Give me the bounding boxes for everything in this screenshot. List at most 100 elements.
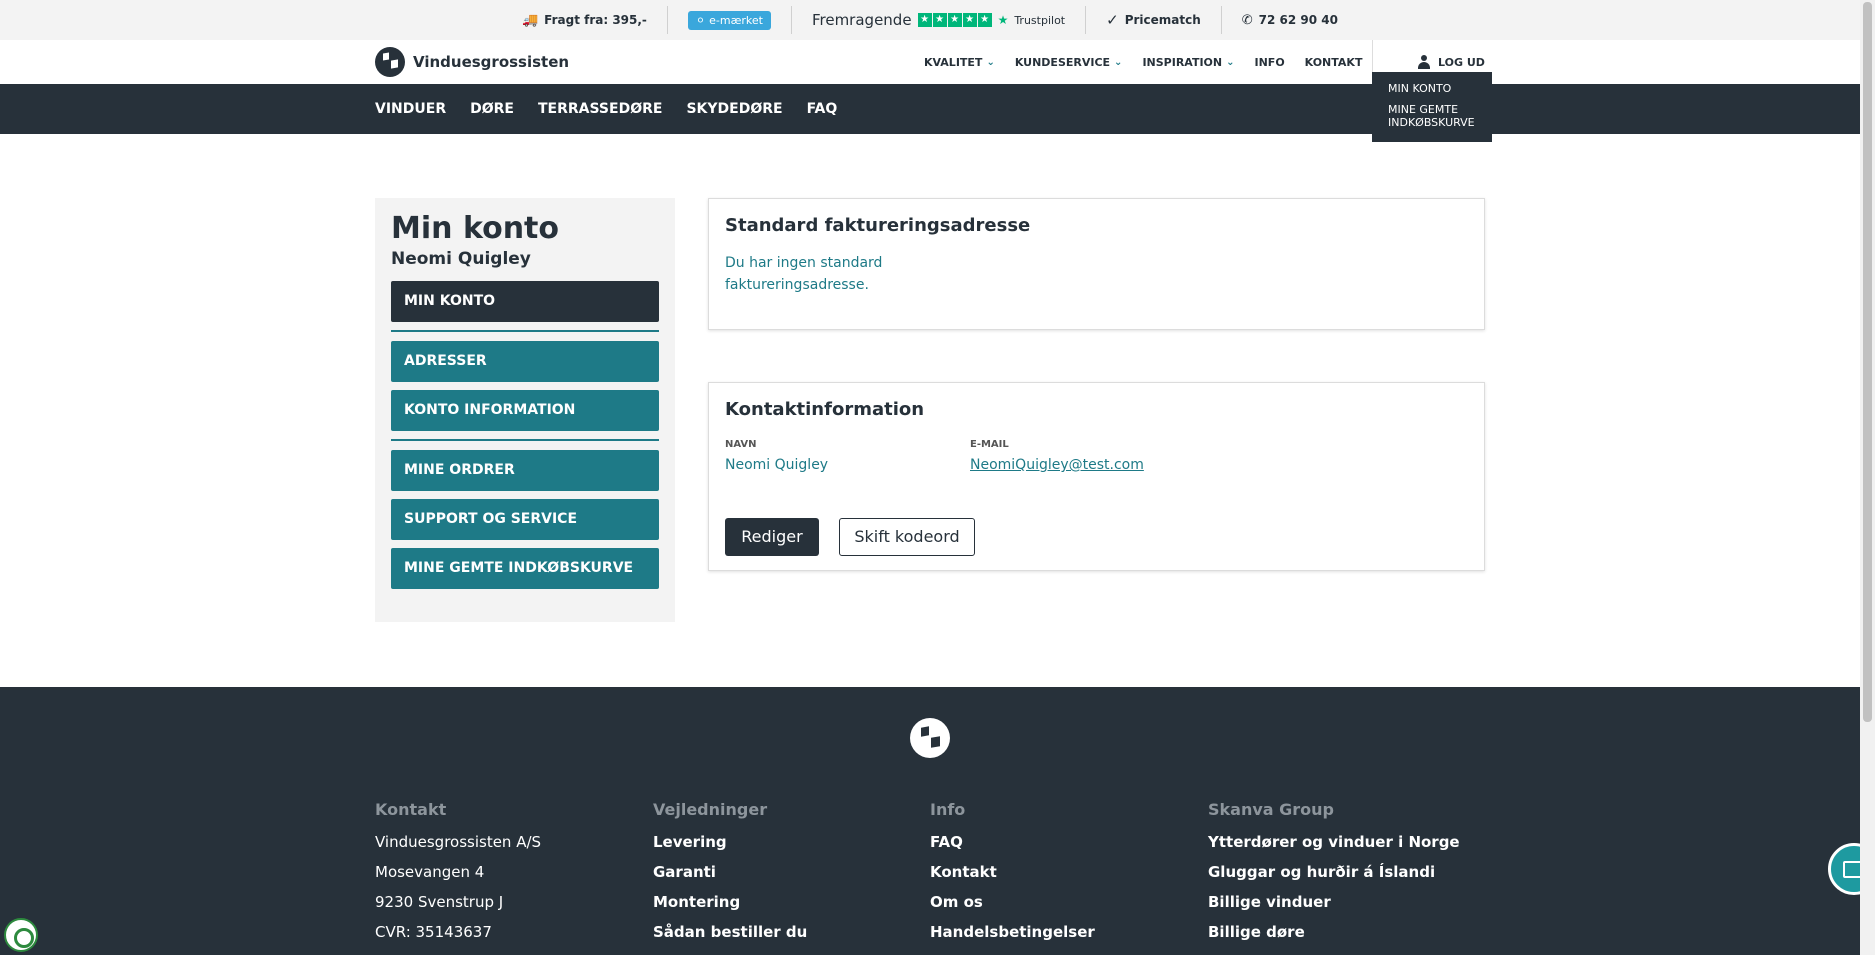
footer-link[interactable]: Billige døre (1208, 923, 1460, 942)
chevron-down-icon: ⌄ (1114, 56, 1123, 68)
footer-heading: Vejledninger (653, 800, 768, 819)
email-link[interactable]: NeomiQuigley@test.com (970, 454, 1144, 476)
nav-label: KVALITET (924, 55, 983, 69)
pricematch-info[interactable]: ✓ Pricematch (1086, 6, 1222, 34)
truck-icon: 🚚 (521, 12, 539, 28)
footer-link[interactable]: Gluggar og hurðir á Íslandi (1208, 863, 1460, 882)
category-skydedoere[interactable]: SKYDEDØRE (686, 101, 782, 117)
footer-text: 9230 Svenstrup J (375, 893, 504, 911)
sidebar-divider (391, 330, 659, 332)
billing-message-line2: faktureringsadresse. (725, 277, 869, 293)
nav-label: INSPIRATION (1142, 55, 1223, 69)
billing-title: Standard faktureringsadresse (725, 215, 1031, 236)
chevron-down-icon: ⌄ (1226, 56, 1235, 68)
star-icon: ★ (977, 13, 992, 27)
billing-message-line1: Du har ingen standard (725, 255, 883, 271)
checkmark-icon: ✓ (1106, 11, 1119, 29)
trustpilot-star-icon: ★ (997, 13, 1009, 27)
sidebar-divider (391, 439, 659, 441)
trustpilot-rating[interactable]: Fremragende ★ ★ ★ ★ ★ ★ Trustpilot (792, 6, 1087, 34)
emaerke-badge-wrap: ⚪ e-mærket (668, 6, 792, 34)
star-icon: ★ (917, 13, 932, 27)
footer-heading: Skanva Group (1208, 800, 1335, 819)
logo-icon (375, 47, 405, 77)
dropdown-min-konto[interactable]: MIN KONTO (1388, 82, 1476, 95)
footer-link[interactable]: Handelsbetingelser (930, 923, 1095, 942)
footer-link[interactable]: FAQ (930, 833, 1095, 852)
nav-inspiration[interactable]: INSPIRATION ⌄ (1142, 56, 1234, 69)
emaerke-icon: ⚪ (695, 13, 706, 27)
footer-col-kontakt: Kontakt Vinduesgrossisten A/S Mosevangen… (375, 800, 541, 953)
edit-button[interactable]: Rediger (725, 518, 819, 556)
star-icon: ★ (962, 13, 977, 27)
nav-label: INFO (1254, 55, 1285, 69)
dropdown-gemte-kurve[interactable]: MINE GEMTE INDKØBSKURVE (1388, 103, 1476, 129)
phone-info[interactable]: ✆ 72 62 90 40 (1222, 6, 1358, 34)
category-bar: VINDUER DØRE TERRASSEDØRE SKYDEDØRE FAQ (0, 84, 1860, 134)
footer-col-info: Info FAQ Kontakt Om os Handelsbetingelse… (930, 800, 1095, 953)
phone-icon: ✆ (1241, 12, 1253, 28)
site-logo[interactable]: Vinduesgrossisten (375, 47, 569, 77)
footer-heading: Info (930, 800, 966, 819)
footer-link[interactable]: Levering (653, 833, 807, 852)
main-nav: KVALITET ⌄ KUNDESERVICE ⌄ INSPIRATION ⌄ … (924, 40, 1362, 84)
page-title: Min konto (391, 211, 560, 246)
change-password-button[interactable]: Skift kodeord (839, 518, 975, 556)
nav-kundeservice[interactable]: KUNDESERVICE ⌄ (1015, 56, 1123, 69)
footer-text: Vinduesgrossisten A/S (375, 833, 542, 851)
nav-info[interactable]: INFO (1255, 56, 1285, 69)
account-dropdown: MIN KONTO MINE GEMTE INDKØBSKURVE (1372, 72, 1492, 142)
email-field: E-MAIL NeomiQuigley@test.com (970, 439, 1144, 476)
contact-info-card: Kontaktinformation NAVN Neomi Quigley E-… (708, 382, 1485, 571)
emaerke-label: e-mærket (709, 13, 763, 27)
nav-kvalitet[interactable]: KVALITET ⌄ (924, 56, 995, 69)
category-nav: VINDUER DØRE TERRASSEDØRE SKYDEDØRE FAQ (375, 84, 837, 134)
footer-col-skanva: Skanva Group Ytterdører og vinduer i Nor… (1208, 800, 1460, 953)
billing-address-card: Standard faktureringsadresse Du har inge… (708, 198, 1485, 330)
star-icon: ★ (932, 13, 947, 27)
sidebar-item-support[interactable]: SUPPORT OG SERVICE (391, 499, 659, 540)
rating-word: Fremragende (811, 11, 912, 29)
name-value: Neomi Quigley (725, 457, 829, 473)
category-faq[interactable]: FAQ (807, 101, 838, 117)
footer-link[interactable]: Garanti (653, 863, 807, 882)
freight-text: Fragt fra: 395,- (544, 13, 647, 27)
category-terrassedoere[interactable]: TERRASSEDØRE (538, 101, 662, 117)
footer-link[interactable]: Montering (653, 893, 807, 912)
footer-link[interactable]: Kontakt (930, 863, 1095, 882)
site-header: Vinduesgrossisten KVALITET ⌄ KUNDESERVIC… (0, 40, 1860, 84)
sidebar-item-konto-information[interactable]: KONTO INFORMATION (391, 390, 659, 431)
sidebar-item-gemte-kurve[interactable]: MINE GEMTE INDKØBSKURVE (391, 548, 659, 589)
star-icon: ★ (947, 13, 962, 27)
footer-link[interactable]: Ytterdører og vinduer i Norge (1208, 833, 1460, 852)
cookie-settings-icon[interactable] (4, 918, 38, 952)
site-footer: Kontakt Vinduesgrossisten A/S Mosevangen… (0, 687, 1860, 955)
footer-col-vejledninger: Vejledninger Levering Garanti Montering … (653, 800, 807, 953)
nav-kontakt[interactable]: KONTAKT (1305, 56, 1363, 69)
footer-text: Mosevangen 4 (375, 863, 485, 881)
chevron-down-icon: ⌄ (986, 56, 995, 68)
logo-text: Vinduesgrossisten (413, 53, 570, 71)
sidebar-item-min-konto[interactable]: MIN KONTO (391, 281, 659, 322)
footer-heading: Kontakt (375, 800, 447, 819)
phone-number: 72 62 90 40 (1258, 13, 1339, 27)
sidebar-item-adresser[interactable]: ADRESSER (391, 341, 659, 382)
footer-logo-icon (910, 718, 950, 758)
trustpilot-brand: Trustpilot (1014, 13, 1066, 27)
scrollbar-thumb[interactable] (1863, 2, 1872, 722)
logout-label: LOG UD (1438, 55, 1485, 69)
footer-link[interactable]: Sådan bestiller du (653, 923, 807, 942)
page-scrollbar[interactable] (1860, 0, 1875, 955)
category-doere[interactable]: DØRE (470, 101, 514, 117)
email-label: E-MAIL (970, 439, 1009, 450)
footer-link[interactable]: Billige vinduer (1208, 893, 1460, 912)
top-info-bar: 🚚 Fragt fra: 395,- ⚪ e-mærket Fremragend… (0, 0, 1860, 40)
name-label: NAVN (725, 439, 757, 450)
trustpilot-stars: ★ ★ ★ ★ ★ (917, 13, 992, 27)
footer-link[interactable]: Om os (930, 893, 1095, 912)
category-vinduer[interactable]: VINDUER (375, 101, 446, 117)
account-sidebar: Min konto Neomi Quigley MIN KONTO ADRESS… (375, 198, 675, 622)
sidebar-item-mine-ordrer[interactable]: MINE ORDRER (391, 450, 659, 491)
emaerke-badge[interactable]: ⚪ e-mærket (687, 10, 771, 30)
contact-title: Kontaktinformation (725, 399, 925, 420)
